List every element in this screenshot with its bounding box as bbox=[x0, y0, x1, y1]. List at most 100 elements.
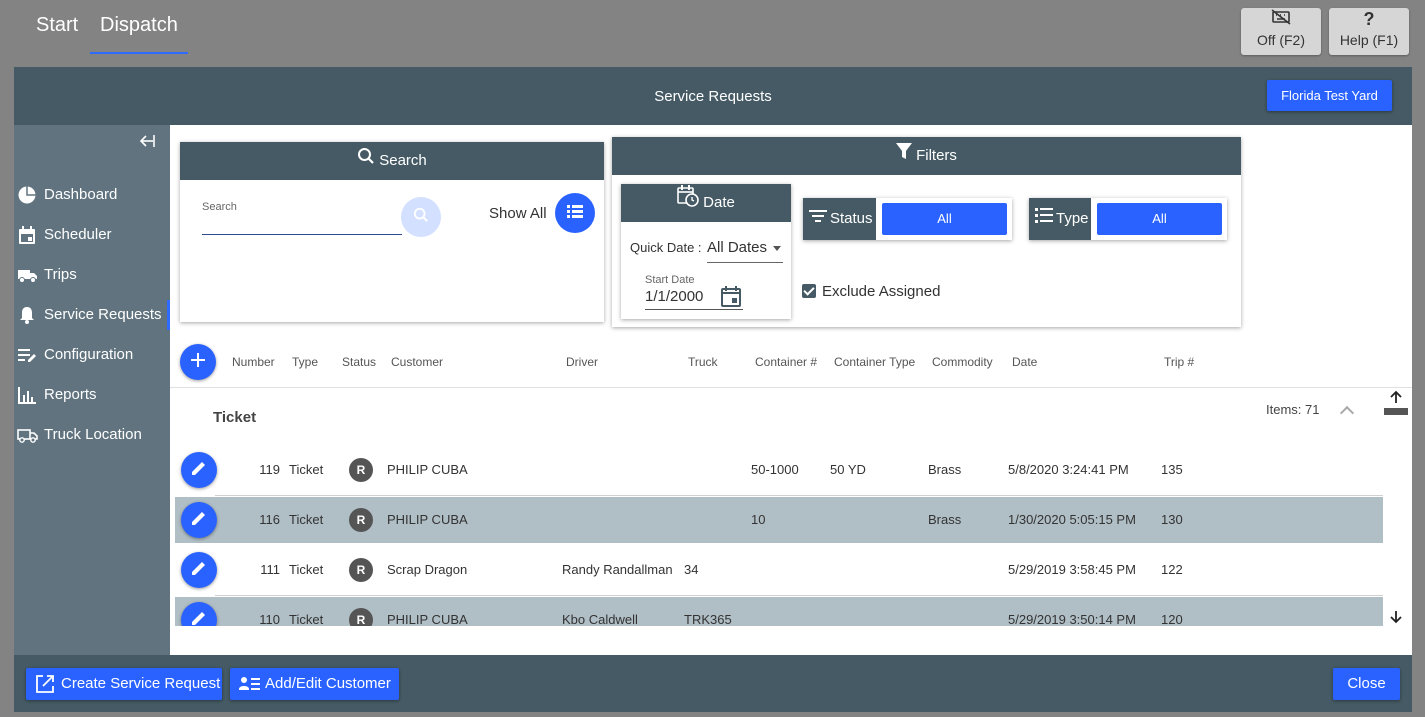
status-badge: R bbox=[349, 608, 373, 626]
quick-date-value: All Dates bbox=[707, 239, 768, 256]
tab-dispatch[interactable]: Dispatch bbox=[100, 14, 178, 37]
search-panel: Search Search Show All bbox=[180, 142, 604, 322]
edit-button[interactable] bbox=[181, 452, 217, 488]
sidebar-item-truck-location[interactable]: Truck Location bbox=[14, 420, 170, 450]
create-service-request-label: Create Service Request bbox=[61, 675, 221, 692]
active-tab-indicator bbox=[90, 52, 188, 54]
cell-type: Ticket bbox=[289, 612, 324, 626]
column-header-truck[interactable]: Truck bbox=[688, 355, 718, 369]
sidebar-item-label: Configuration bbox=[44, 346, 134, 363]
sidebar-item-configuration[interactable]: Configuration bbox=[14, 340, 170, 370]
cell-driver: Kbo Caldwell bbox=[562, 612, 638, 626]
bullet-list-icon bbox=[1035, 198, 1053, 240]
scrollbar-thumb[interactable] bbox=[1384, 408, 1408, 415]
search-input[interactable] bbox=[202, 213, 402, 235]
sidebar-item-trips[interactable]: Trips bbox=[14, 260, 170, 290]
add-edit-customer-button[interactable]: Add/Edit Customer bbox=[230, 668, 399, 700]
cell-customer: Scrap Dragon bbox=[387, 562, 468, 577]
cell-number: 111 bbox=[260, 562, 280, 577]
cell-commodity: Brass bbox=[928, 462, 962, 477]
tab-start[interactable]: Start bbox=[36, 14, 78, 37]
calendar-icon bbox=[17, 225, 37, 245]
sidebar-item-label: Trips bbox=[44, 266, 77, 283]
sidebar-item-service-requests[interactable]: Service Requests bbox=[14, 300, 170, 330]
search-submit-button[interactable] bbox=[401, 197, 441, 237]
column-header-customer[interactable]: Customer bbox=[391, 355, 443, 369]
status-label: Status bbox=[830, 210, 873, 227]
close-button[interactable]: Close bbox=[1333, 668, 1400, 700]
scroll-down-arrow-icon[interactable] bbox=[1384, 609, 1408, 625]
cell-commodity: Brass bbox=[928, 512, 962, 527]
table-row[interactable]: 119 Ticket R PHILIP CUBA 50-1000 50 YD B… bbox=[175, 447, 1383, 496]
sidebar-item-label: Dashboard bbox=[44, 186, 118, 203]
cell-date: 1/30/2020 5:05:15 PM bbox=[1008, 512, 1136, 527]
quick-date-select[interactable]: All Dates bbox=[707, 235, 783, 263]
column-header-date[interactable]: Date bbox=[1012, 355, 1037, 369]
edit-button[interactable] bbox=[181, 602, 217, 626]
pie-chart-icon bbox=[17, 185, 37, 205]
status-select-button[interactable]: All bbox=[882, 203, 1007, 235]
type-filter-label: Type bbox=[1029, 198, 1091, 240]
sidebar-item-reports[interactable]: Reports bbox=[14, 380, 170, 410]
date-filter-title: Date bbox=[703, 194, 735, 211]
calendar-picker-icon[interactable] bbox=[721, 285, 741, 312]
cell-date: 5/8/2020 3:24:41 PM bbox=[1008, 462, 1129, 477]
pencil-icon bbox=[191, 610, 207, 627]
create-service-request-button[interactable]: Create Service Request bbox=[26, 668, 222, 700]
type-select-button[interactable]: All bbox=[1097, 203, 1222, 235]
off-button[interactable]: Off (F2) bbox=[1241, 8, 1321, 55]
requests-grid: Ticket Items: 71 119 Ticket R PHILIP CUB… bbox=[175, 388, 1383, 626]
truck-location-icon bbox=[17, 425, 38, 445]
cell-customer: PHILIP CUBA bbox=[387, 462, 468, 477]
sidebar-item-dashboard[interactable]: Dashboard bbox=[14, 180, 170, 210]
pencil-icon bbox=[191, 460, 207, 481]
column-header-container-number[interactable]: Container # bbox=[755, 355, 817, 369]
sidebar-item-scheduler[interactable]: Scheduler bbox=[14, 220, 170, 250]
bell-icon bbox=[17, 305, 37, 325]
row-divider bbox=[215, 495, 1383, 496]
show-all-button[interactable] bbox=[555, 193, 595, 233]
filters-panel-title: Filters bbox=[916, 147, 957, 164]
column-header-type[interactable]: Type bbox=[292, 355, 318, 369]
cell-trip: 130 bbox=[1161, 512, 1183, 527]
footer-bar: Create Service Request Add/Edit Customer… bbox=[14, 655, 1412, 712]
exclude-assigned-label: Exclude Assigned bbox=[822, 283, 941, 300]
column-header-commodity[interactable]: Commodity bbox=[932, 355, 993, 369]
question-icon: ? bbox=[1363, 9, 1375, 29]
truck-icon bbox=[17, 265, 37, 285]
column-header-trip[interactable]: Trip # bbox=[1164, 355, 1194, 369]
column-header-number[interactable]: Number bbox=[232, 355, 275, 369]
column-header-container-type[interactable]: Container Type bbox=[834, 355, 915, 369]
status-badge: R bbox=[349, 458, 373, 482]
edit-button[interactable] bbox=[181, 502, 217, 538]
help-button[interactable]: ? Help (F1) bbox=[1329, 8, 1409, 55]
search-field-label: Search bbox=[202, 201, 237, 213]
table-row[interactable]: 110 Ticket R PHILIP CUBA Kbo Caldwell TR… bbox=[175, 597, 1383, 626]
add-edit-customer-label: Add/Edit Customer bbox=[265, 675, 391, 692]
cell-type: Ticket bbox=[289, 512, 324, 527]
service-requests-window: Service Requests Florida Test Yard Dashb… bbox=[14, 67, 1412, 712]
collapse-sidebar-icon[interactable] bbox=[138, 133, 156, 154]
yard-select-button[interactable]: Florida Test Yard bbox=[1267, 80, 1392, 111]
checkbox-checked-icon[interactable] bbox=[802, 284, 816, 298]
start-date-label: Start Date bbox=[645, 274, 695, 286]
table-row[interactable]: 111 Ticket R Scrap Dragon Randy Randallm… bbox=[175, 547, 1383, 596]
cell-container: 50-1000 bbox=[751, 462, 799, 477]
column-header-status[interactable]: Status bbox=[342, 355, 376, 369]
sidebar-item-label: Truck Location bbox=[44, 426, 142, 443]
show-all-label: Show All bbox=[489, 205, 547, 222]
filters-panel: Filters Date Quick Date : All Dates Star… bbox=[612, 137, 1241, 327]
scroll-up-arrow-icon[interactable] bbox=[1384, 389, 1408, 405]
edit-button[interactable] bbox=[181, 552, 217, 588]
search-panel-title: Search bbox=[379, 152, 427, 169]
chevron-up-icon[interactable] bbox=[1339, 405, 1355, 421]
table-row[interactable]: 116 Ticket R PHILIP CUBA 10 Brass 1/30/2… bbox=[175, 497, 1383, 543]
start-date-value: 1/1/2000 bbox=[645, 288, 704, 305]
add-request-button[interactable] bbox=[180, 344, 216, 380]
window-header: Service Requests Florida Test Yard bbox=[14, 67, 1412, 125]
filters-panel-header: Filters bbox=[612, 137, 1241, 175]
column-header-driver[interactable]: Driver bbox=[566, 355, 598, 369]
bar-chart-icon bbox=[17, 385, 37, 405]
cell-date: 5/29/2019 3:50:14 PM bbox=[1008, 612, 1136, 626]
pencil-icon bbox=[191, 560, 207, 581]
